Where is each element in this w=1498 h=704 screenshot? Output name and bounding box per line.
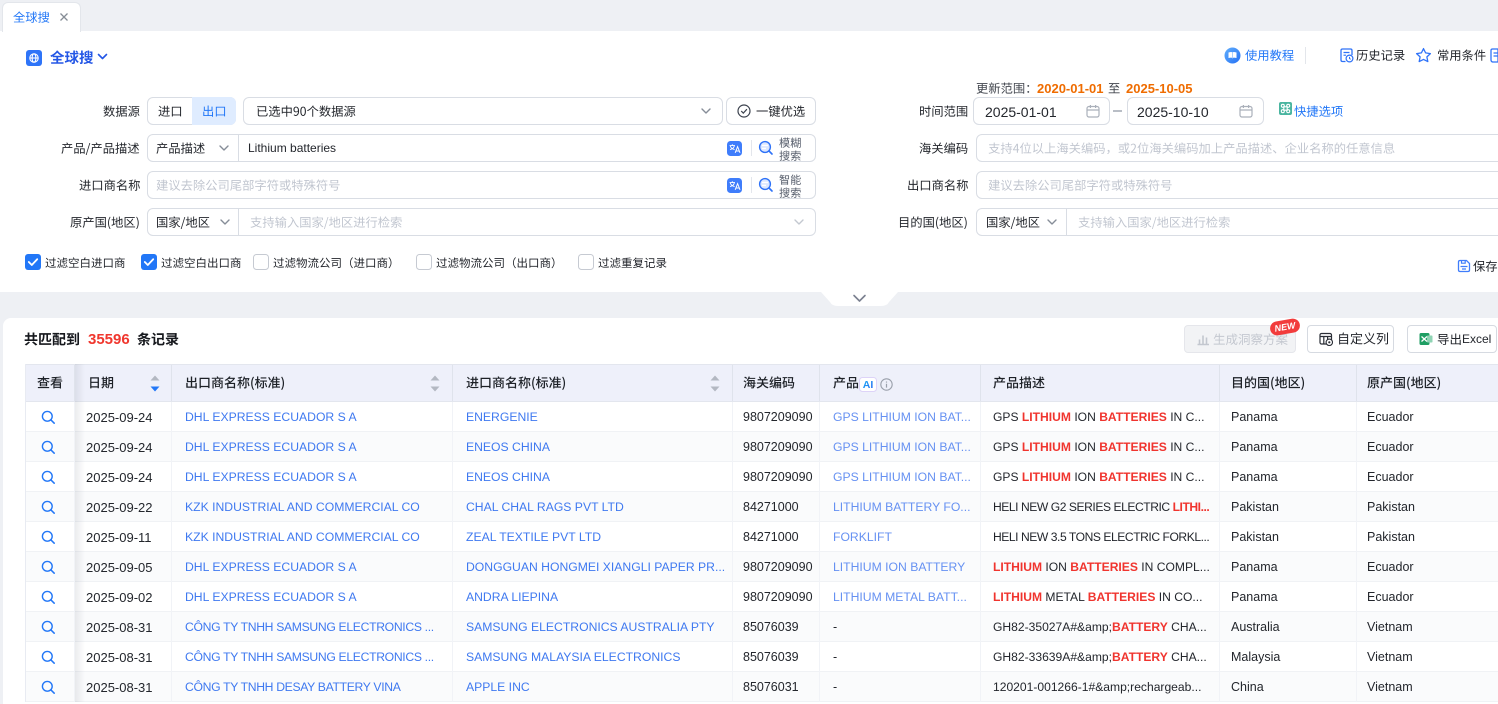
- svg-text:AI: AI: [863, 379, 874, 391]
